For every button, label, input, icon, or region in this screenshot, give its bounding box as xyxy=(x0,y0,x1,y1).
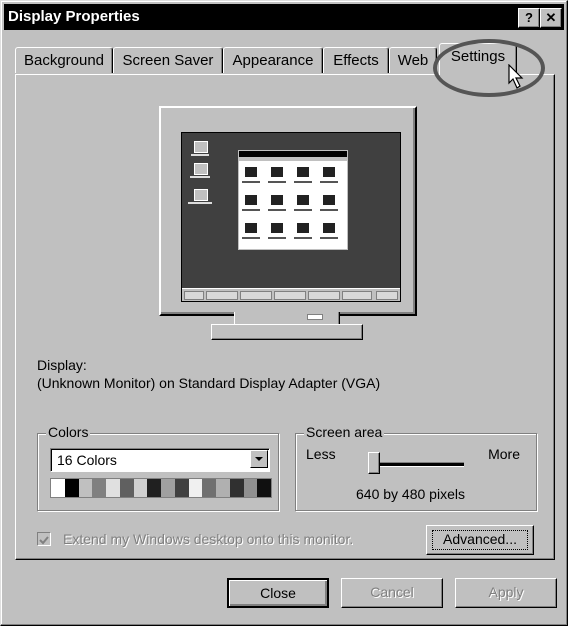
tab-effects[interactable]: Effects xyxy=(323,47,389,73)
settings-panel xyxy=(15,74,555,560)
display-properties-window: Display Properties ? ✕ Background Screen… xyxy=(0,0,568,626)
cancel-button[interactable]: Cancel xyxy=(341,578,443,608)
help-button[interactable]: ? xyxy=(518,8,540,28)
highlight-ellipse xyxy=(433,39,545,97)
apply-button[interactable]: Apply xyxy=(455,578,557,608)
mouse-cursor-icon xyxy=(508,64,524,89)
tab-appearance[interactable]: Appearance xyxy=(223,47,323,73)
tab-screen-saver[interactable]: Screen Saver xyxy=(113,47,223,73)
close-button[interactable]: Close xyxy=(227,578,329,608)
close-window-button[interactable]: ✕ xyxy=(540,8,562,28)
title-bar[interactable]: Display Properties ? ✕ xyxy=(4,4,564,30)
tab-background[interactable]: Background xyxy=(15,47,113,73)
tab-web[interactable]: Web xyxy=(389,47,437,73)
window-title: Display Properties xyxy=(8,8,140,25)
